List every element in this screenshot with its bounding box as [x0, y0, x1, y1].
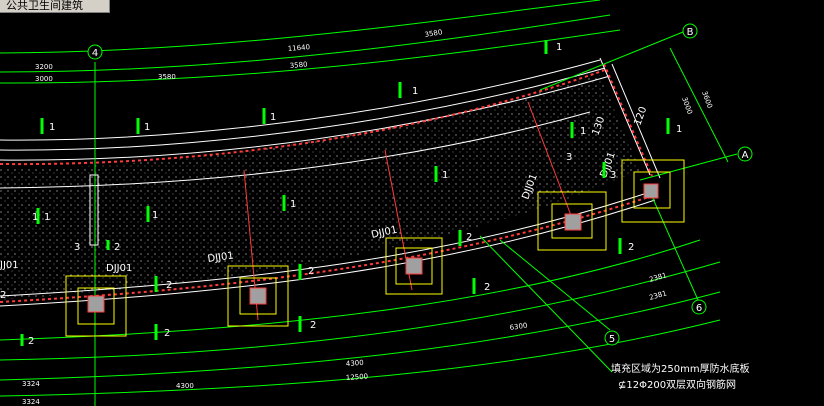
dim-text-11640: 11640	[287, 43, 310, 53]
dim-text-3580-c: 3580	[289, 60, 307, 70]
svg-text:5: 5	[609, 334, 615, 345]
section-mark-1: 1	[32, 212, 38, 223]
dim-text-2381-b: 2381	[648, 289, 667, 302]
note-slab-fill: 填充区域为250mm厚防水底板	[611, 364, 750, 375]
section-mark-1: 1	[442, 170, 448, 181]
section-mark-2: 2	[0, 290, 6, 301]
svg-text:6: 6	[696, 303, 702, 314]
section-mark-3: 3	[74, 242, 80, 253]
section-mark-2: 2	[28, 336, 34, 347]
section-mark-1: 1	[152, 210, 158, 221]
dim-text-3000-right: 3000	[680, 96, 694, 115]
note-rebar-mesh: ⊈12Φ200双层双向钢筋网	[618, 380, 737, 391]
svg-text:4: 4	[92, 48, 98, 59]
section-mark-1: 1	[44, 212, 50, 223]
dim-text-3324-a: 3324	[22, 380, 40, 388]
dim-line-right	[669, 47, 729, 163]
section-mark-2: 2	[164, 328, 170, 339]
grid-bubble-A: A	[737, 146, 753, 162]
section-mark-2: 2	[484, 282, 490, 293]
section-mark-1: 1	[144, 122, 150, 133]
dim-text-3580-b: 3580	[158, 73, 176, 81]
footing-label-1: DJJ01	[106, 263, 132, 274]
dim-text-3324-b: 3324	[22, 398, 40, 406]
section-mark-3: 3	[610, 170, 616, 181]
section-mark-1: 1	[556, 42, 562, 53]
section-mark-2: 2	[114, 242, 120, 253]
dim-text-6300: 6300	[509, 322, 528, 332]
section-mark-1: 1	[49, 122, 55, 133]
section-mark-1: 1	[412, 86, 418, 97]
grid-bubble-B: B	[682, 23, 698, 39]
dim-text-3200: 3200	[35, 63, 53, 71]
section-mark-1: 1	[676, 124, 682, 135]
dim-text-3000: 3000	[35, 75, 53, 83]
leader-note-line	[479, 235, 613, 373]
section-mark-3: 3	[566, 152, 572, 163]
footing-label-left: JJ01	[0, 260, 19, 271]
dim-text-3600: 3600	[700, 90, 714, 109]
dim-text-3580-a: 3580	[424, 28, 443, 39]
dim-text-4300-b: 4300	[176, 382, 194, 390]
svg-text:A: A	[742, 150, 749, 161]
cad-drawing-canvas[interactable]: 4 B A 6 5 11640 3580 3200 3000 3580 3580…	[0, 0, 824, 406]
dim-text-2381-a: 2381	[648, 271, 667, 284]
grid-bubble-4: 4	[87, 44, 103, 60]
grid-bubble-6: 6	[691, 299, 707, 315]
section-mark-2: 2	[308, 266, 314, 277]
dim-text-120: 120	[632, 105, 649, 127]
section-mark-2: 2	[310, 320, 316, 331]
section-mark-1: 1	[270, 112, 276, 123]
section-mark-2: 2	[466, 232, 472, 243]
section-mark-1: 1	[580, 126, 586, 137]
grid-line-A	[639, 153, 738, 181]
grid-bubble-5: 5	[604, 330, 620, 346]
grid-line-5	[499, 239, 611, 331]
section-mark-2: 2	[166, 280, 172, 291]
svg-text:B: B	[687, 27, 694, 38]
dim-text-12500: 12500	[346, 372, 369, 382]
section-mark-1: 1	[290, 199, 296, 210]
section-mark-2: 2	[628, 242, 634, 253]
slab-fill-region	[0, 75, 640, 300]
dim-text-4300-a: 4300	[346, 359, 364, 368]
